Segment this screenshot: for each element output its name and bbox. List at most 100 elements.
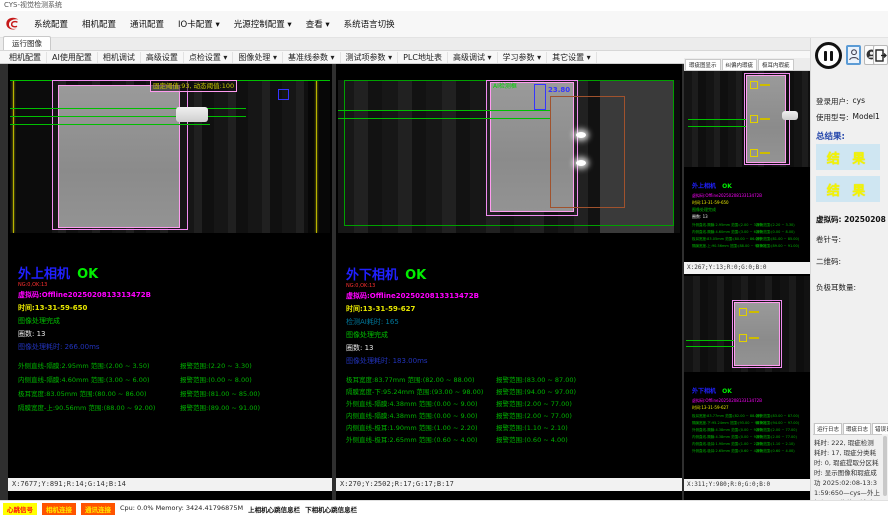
- tool-image-processing[interactable]: 图像处理 ▾: [233, 52, 283, 63]
- heartbeat-badge: 心跳信号: [3, 503, 37, 515]
- menu-language-switch[interactable]: 系统语言切换: [338, 15, 401, 33]
- alarm-range: 报警范围:(83.00 ~ 87.00): [756, 414, 799, 419]
- pause-button[interactable]: [815, 42, 842, 69]
- alarm-range: 报警范围:(81.00 ~ 85.00): [756, 237, 799, 242]
- pixel-coord-readout: X:7677;Y:891;R:14;G:14;B:14: [8, 478, 332, 491]
- tab-align-defect[interactable]: 纠偏内瑕疵: [722, 59, 758, 70]
- alarm-range: 报警范围:(1.10 ~ 2.10): [496, 422, 568, 432]
- defect-label: [760, 84, 770, 86]
- measure-line: [10, 116, 246, 117]
- measure-line: [686, 340, 734, 341]
- camera-panel-lower: AI检测框 23.80 外下相机 OK NG:0,OK:13 虚拟码:Offli…: [336, 64, 682, 500]
- tool-ai-use-config[interactable]: AI使用配置: [47, 52, 98, 63]
- mini-view-column: 瑕疵图显示 纠偏内瑕疵 极耳内瑕疵 外上相机 OK: [684, 58, 810, 500]
- virtual-code-label: 虚拟码:Offline2025020813313472B: [692, 398, 808, 404]
- result-ok-label: OK: [405, 268, 426, 283]
- loop-count-label: 圈数: 13: [346, 343, 678, 353]
- tab-tab-defect[interactable]: 极耳内瑕疵: [758, 59, 794, 70]
- menu-system-config[interactable]: 系统配置: [28, 15, 74, 33]
- defect-marker: [750, 149, 758, 157]
- loop-count-label: 圈数: 13: [692, 214, 808, 220]
- model-select[interactable]: Model1: [853, 112, 880, 123]
- tab-defect-log[interactable]: 瑕疵日志: [843, 423, 871, 434]
- tool-advanced-debug[interactable]: 高级调试 ▾: [448, 52, 498, 63]
- virtual-code-label: 虚拟码:Offline2025020813313472B: [18, 290, 328, 300]
- model-row: 使用型号: Model1: [816, 112, 885, 123]
- defect-label: [760, 118, 770, 120]
- process-done-label: 图像处理完成: [18, 316, 328, 326]
- camera-image-lower[interactable]: AI检测框 23.80: [338, 80, 680, 233]
- tool-camera-debug[interactable]: 相机调试: [98, 52, 141, 63]
- measure-row: 内侧直线-隔膜:4.38mm 范围:(0.00 ~ 9.00) 报警范围:(2.…: [346, 410, 678, 422]
- measure-value: 极耳宽度:83.77mm 范围:(82.00 ~ 88.00): [346, 374, 475, 384]
- time-label: 时间:13-31-59-650: [692, 200, 808, 206]
- ng-count-label: NG:0,OK:13: [18, 282, 328, 288]
- measure-value: 极耳宽度:83.77mm 范围:(82.00 ~ 88.00): [692, 414, 761, 419]
- threshold-overlay-label: 固定阈值:93, 动态阈值:100: [150, 80, 237, 92]
- loop-count-label: 圈数: 13: [18, 329, 328, 339]
- measure-line: [686, 346, 734, 347]
- mini-result-1: 外上相机 OK 虚拟码:Offline2025020813313472B 时间:…: [692, 173, 808, 251]
- measure-row: 隔膜宽度-上:90.56mm 范围:(88.00 ~ 92.00) 报警范围:(…: [18, 402, 328, 416]
- qrcode-label: 二维码:: [816, 256, 841, 267]
- ng-count-label: NG:0,OK:13: [346, 283, 678, 289]
- alarm-range: 报警范围:(2.20 ~ 3.30): [180, 360, 252, 370]
- measure-value: 内侧直线-隔膜:4.60mm 范围:(3.00 ~ 6.00): [692, 230, 763, 235]
- measure-value: 内侧直线-隔膜:4.38mm 范围:(0.00 ~ 9.00): [692, 435, 763, 440]
- winding-pin-label: 卷针号:: [816, 234, 841, 245]
- tab-run-image[interactable]: 运行图像: [3, 36, 51, 50]
- measure-value: 极耳宽度:83.05mm 范围:(80.00 ~ 86.00): [692, 237, 761, 242]
- tool-camera-config[interactable]: 相机配置: [4, 52, 47, 63]
- measure-row: 内侧直线-隔膜:4.60mm 范围:(3.00 ~ 6.00) 报警范围:(0.…: [18, 374, 328, 388]
- upper-camera-heartbeat-link[interactable]: 上相机心跳信息栏: [248, 503, 300, 514]
- defect-marker: [739, 308, 747, 316]
- measure-row: 外侧直线-隔膜:4.38mm 范围:(0.00 ~ 9.00) 报警范围:(2.…: [346, 398, 678, 410]
- menu-light-config[interactable]: 光源控制配置 ▾: [228, 15, 298, 33]
- process-done-label: 图像处理完成: [692, 207, 808, 213]
- tool-other-settings[interactable]: 其它设置 ▾: [547, 52, 597, 63]
- menu-view[interactable]: 查看 ▾: [300, 15, 336, 33]
- user-icon: [849, 49, 859, 61]
- mini-camera-view-1[interactable]: 外上相机 OK 虚拟码:Offline2025020813313472B 时间:…: [684, 71, 810, 262]
- measure-line: [338, 110, 550, 111]
- log-scrollbar[interactable]: [883, 436, 887, 496]
- mini-view-tabs: 瑕疵图显示 纠偏内瑕疵 极耳内瑕疵: [684, 58, 810, 71]
- tab-connector: [176, 107, 208, 122]
- alarm-range: 报警范围:(94.00 ~ 97.00): [496, 386, 576, 396]
- menu-comm-config[interactable]: 通讯配置: [124, 15, 170, 33]
- tool-advanced-settings[interactable]: 高级设置: [141, 52, 184, 63]
- mini-camera-view-2[interactable]: 外下相机 OK 虚拟码:Offline2025020813313472B 时间:…: [684, 276, 810, 478]
- measure-row: 极耳宽度:83.05mm 范围:(80.00 ~ 86.00) 报警范围:(81…: [18, 388, 328, 402]
- measure-rows: 外侧直线-隔膜:2.95mm 范围:(2.00 ~ 3.50) 报警范围:(2.…: [18, 360, 328, 416]
- defect-label: [749, 311, 759, 313]
- elapsed-label: 图像处理耗时: 183.00ms: [346, 356, 678, 366]
- exit-button[interactable]: [873, 45, 888, 65]
- menu-io-config[interactable]: IO卡配置 ▾: [172, 15, 226, 33]
- menu-camera-config[interactable]: 相机配置: [76, 15, 122, 33]
- tab-defect-display[interactable]: 瑕疵图显示: [685, 59, 721, 70]
- cpu-memory-readout: Cpu: 0.0% Memory: 3424.41796875M: [120, 503, 243, 512]
- mini-measure-rows: 外侧直线-隔膜:2.95mm 范围:(2.00 ~ 3.50)报警范围:(2.2…: [692, 223, 808, 251]
- user-login-button[interactable]: [846, 45, 861, 65]
- lower-camera-heartbeat-link[interactable]: 下相机心跳信息栏: [305, 503, 357, 514]
- tool-plc-address[interactable]: PLC地址表: [398, 52, 448, 63]
- alarm-range: 报警范围:(2.00 ~ 77.00): [756, 428, 797, 433]
- camera-image-upper[interactable]: 固定阈值:93, 动态阈值:100: [10, 80, 330, 233]
- alarm-range: 报警范围:(0.60 ~ 4.00): [496, 434, 568, 444]
- result-ok-label: OK: [77, 267, 98, 282]
- tab-run-log[interactable]: 运行日志: [814, 423, 842, 434]
- tool-spot-check[interactable]: 点检设置 ▾: [184, 52, 234, 63]
- ai-elapsed-label: 检测AI耗时: 165: [346, 317, 678, 327]
- logout-door-icon: [875, 49, 887, 62]
- window-title: CYS-视觉检测系统: [0, 0, 888, 11]
- tab-error-log[interactable]: 错误日志: [872, 423, 888, 434]
- negative-tab-count-label: 负极耳数量:: [816, 282, 856, 293]
- tab-connector: [782, 111, 798, 120]
- tool-test-params[interactable]: 测试项参数 ▾: [341, 52, 399, 63]
- alarm-range: 报警范围:(1.10 ~ 2.10): [756, 442, 795, 447]
- tool-baseline-params[interactable]: 基准线参数 ▾: [283, 52, 341, 63]
- result-ok-label: OK: [722, 388, 732, 395]
- control-panel: 登录用户: cys 使用型号: Model1 总结果: 结 果 结 果 虚拟码:…: [810, 38, 888, 500]
- tool-learning-params[interactable]: 学习参数 ▾: [498, 52, 548, 63]
- alarm-range: 报警范围:(2.00 ~ 77.00): [496, 398, 572, 408]
